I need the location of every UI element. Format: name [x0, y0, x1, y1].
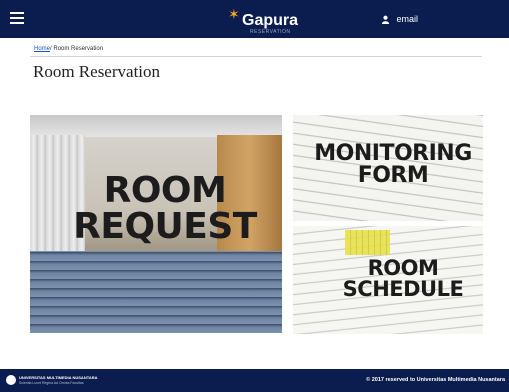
university-logo-icon: [6, 375, 16, 385]
logo-star-icon: ✶: [228, 6, 240, 22]
monitoring-form-tile[interactable]: MONITORING FORM: [293, 115, 483, 221]
room-schedule-label-line1: ROOM: [367, 256, 439, 280]
top-navbar: ✶ Gapura RESERVATION email: [0, 0, 509, 38]
monitoring-form-label-line1: MONITORING: [314, 141, 472, 166]
breadcrumb-home-link[interactable]: Home: [34, 46, 50, 52]
room-schedule-tile[interactable]: ROOM SCHEDULE: [293, 226, 483, 334]
logo-text: Gapura: [242, 12, 299, 29]
room-request-tile[interactable]: ROOM REQUEST: [30, 115, 282, 333]
user-icon: [381, 15, 390, 25]
footer-copyright: © 2017 reserved to Universitas Multimedi…: [366, 377, 505, 383]
gapura-logo[interactable]: ✶ Gapura RESERVATION: [228, 6, 318, 35]
user-menu[interactable]: email: [381, 14, 419, 25]
room-request-label-line2: REQUEST: [73, 206, 257, 247]
breadcrumb-divider: [30, 56, 482, 57]
footer-university-name: UNIVERSITAS MULTIMEDIA NUSANTARA: [19, 375, 98, 380]
monitoring-form-label-line2: FORM: [357, 163, 429, 188]
footer-tagline: Scientia Lucet Regina Ad Omnia Facultas: [19, 381, 84, 385]
user-email-label: email: [396, 14, 419, 24]
room-request-label-line1: ROOM: [103, 170, 227, 211]
breadcrumb-current: Room Reservation: [53, 46, 104, 52]
page-title: Room Reservation: [33, 62, 161, 81]
logo-subtitle: RESERVATION: [250, 29, 291, 35]
footer: UNIVERSITAS MULTIMEDIA NUSANTARA Scienti…: [0, 369, 509, 392]
ceiling-image-part: [30, 115, 282, 137]
room-schedule-label: ROOM SCHEDULE: [323, 258, 483, 300]
hamburger-menu-icon[interactable]: [10, 12, 24, 24]
room-schedule-label-line2: SCHEDULE: [342, 277, 464, 301]
breadcrumb: Home/ Room Reservation: [34, 46, 103, 52]
auditorium-seats-image-part: [30, 251, 282, 333]
breadcrumb-separator: /: [50, 46, 52, 52]
monitoring-form-label: MONITORING FORM: [313, 143, 473, 187]
room-request-label: ROOM REQUEST: [70, 173, 260, 245]
schedule-grid-image: [345, 230, 390, 255]
